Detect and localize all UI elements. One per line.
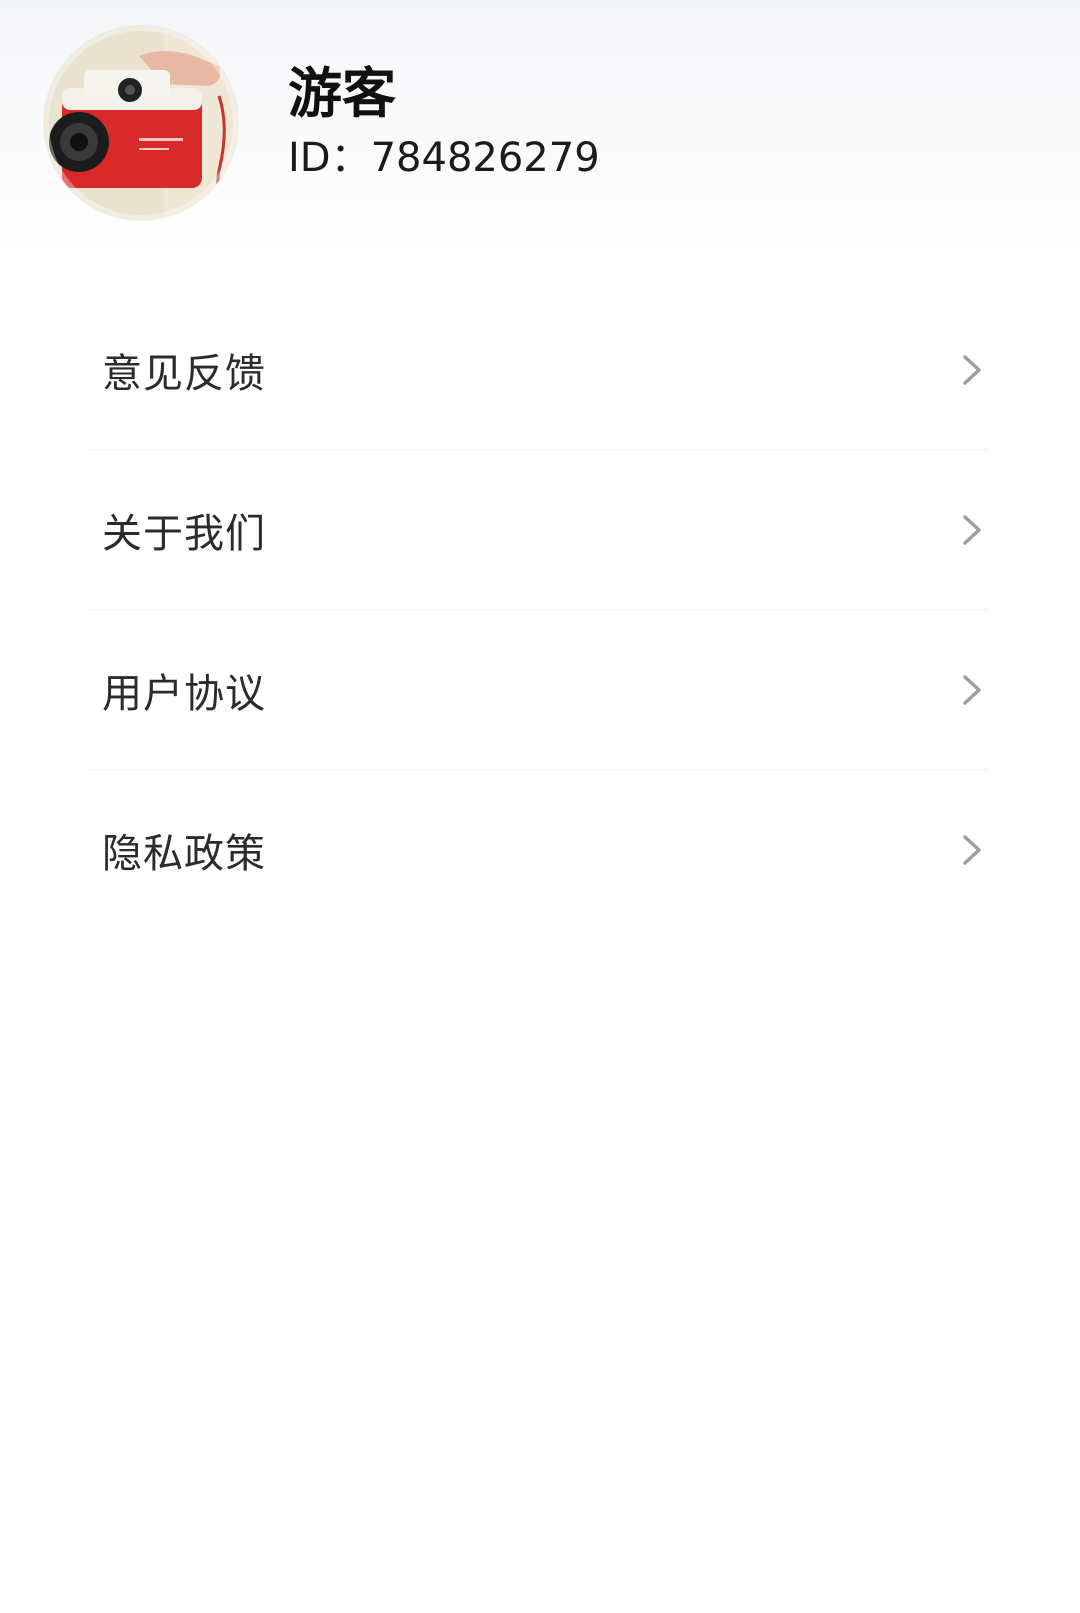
camera-photo-avatar — [44, 26, 238, 220]
chevron-right-icon — [963, 514, 981, 545]
avatar[interactable] — [44, 26, 238, 220]
menu-item-privacy-policy[interactable]: 隐私政策 — [88, 770, 990, 929]
menu-item-feedback[interactable]: 意见反馈 — [88, 290, 990, 450]
menu-item-label: 隐私政策 — [102, 830, 266, 877]
menu-item-user-agreement[interactable]: 用户协议 — [88, 610, 990, 770]
chevron-right-icon — [963, 674, 981, 705]
menu-item-label: 意见反馈 — [102, 350, 266, 397]
user-id: ID：784826279 — [288, 135, 600, 181]
menu-item-label: 关于我们 — [102, 510, 266, 557]
menu-item-label: 用户协议 — [102, 670, 266, 717]
profile-header: 游客 ID：784826279 — [0, 0, 1080, 260]
menu-item-about-us[interactable]: 关于我们 — [88, 450, 990, 610]
settings-menu: 意见反馈 关于我们 用户协议 隐私政策 — [88, 290, 990, 929]
chevron-right-icon — [963, 834, 981, 865]
user-name: 游客 — [288, 62, 396, 125]
chevron-right-icon — [963, 354, 981, 385]
